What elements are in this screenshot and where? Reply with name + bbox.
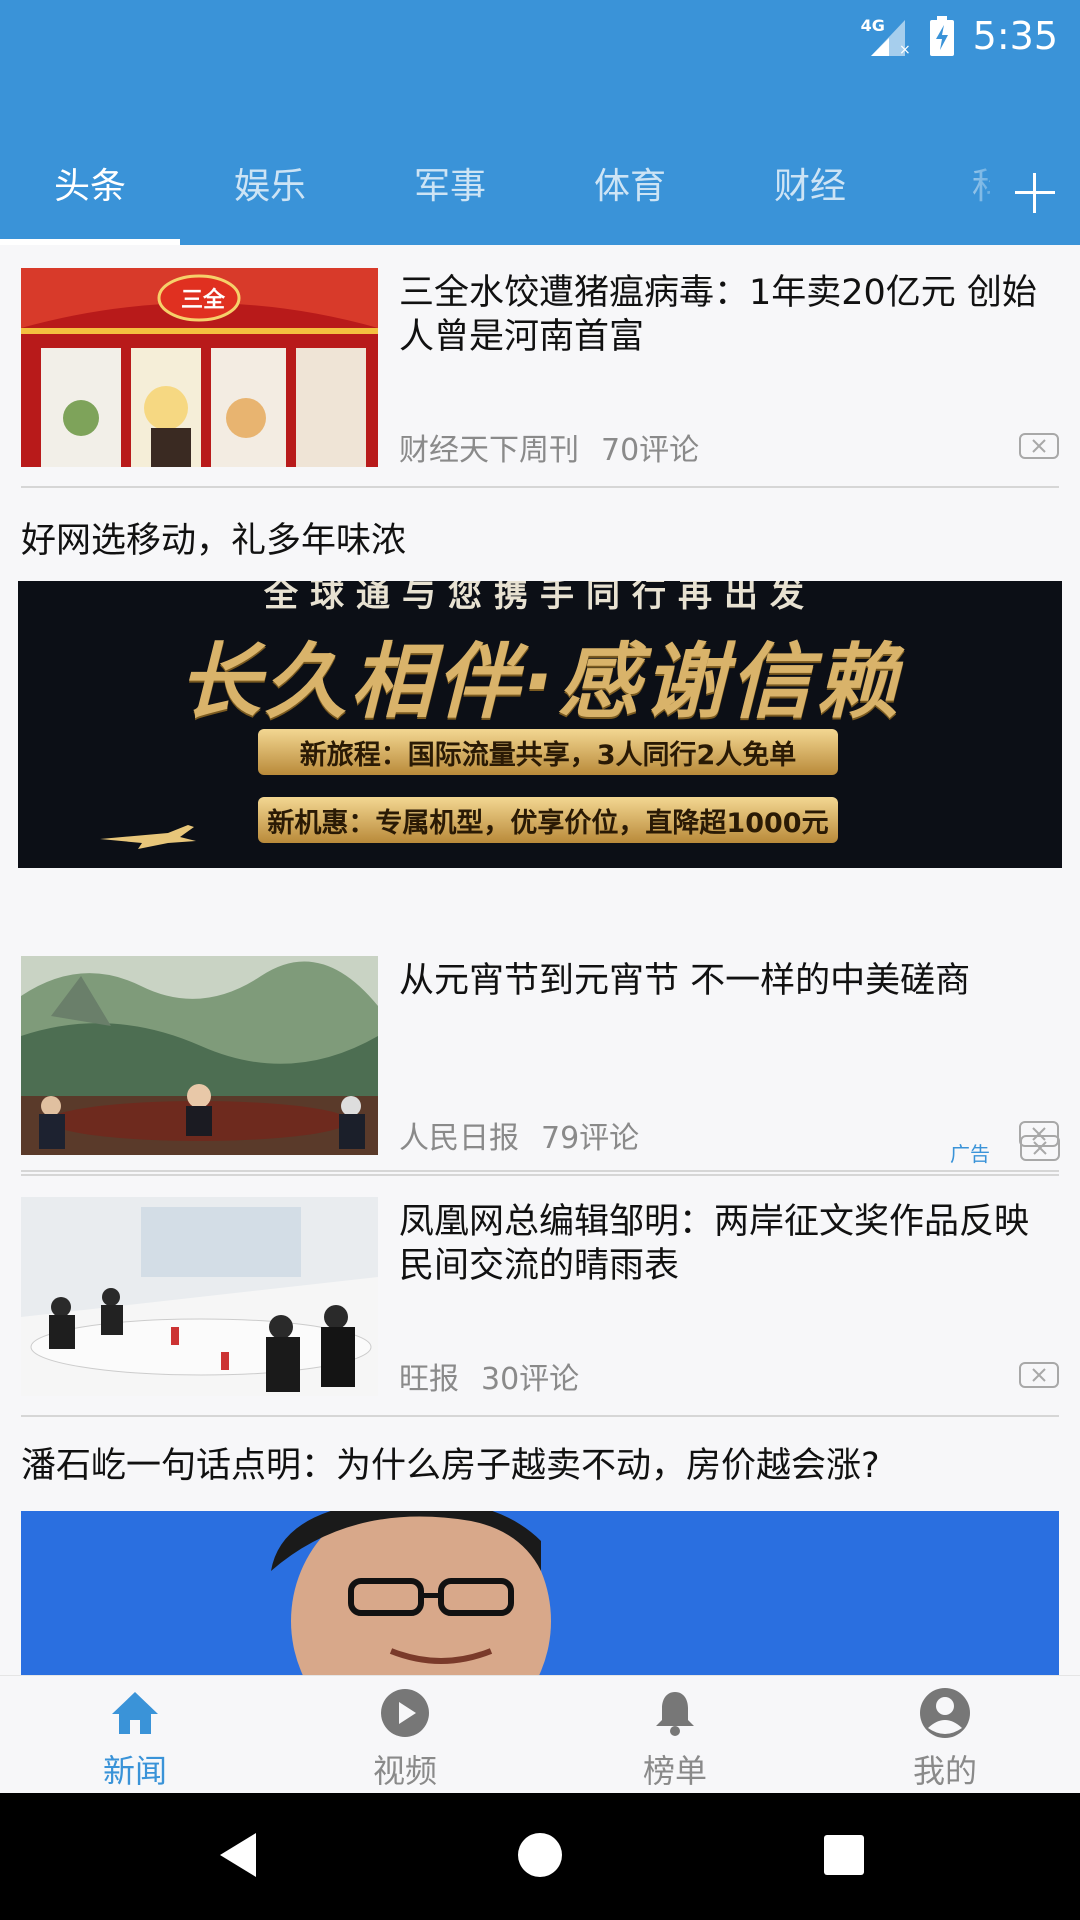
svg-text:×: × <box>899 42 911 58</box>
news-meta: 财经天下周刊 70评论 <box>399 425 699 469</box>
news-source: 旺报 <box>399 1362 459 1397</box>
system-nav-bar <box>0 1793 1080 1920</box>
dismiss-icon[interactable] <box>1019 1362 1059 1388</box>
news-thumbnail: 三全 <box>21 268 378 467</box>
comment-count: 70评论 <box>601 433 700 468</box>
status-bar: 4G × 5:35 <box>861 8 1058 64</box>
news-source: 财经天下周刊 <box>399 433 579 468</box>
news-source: 人民日报 <box>399 1121 519 1156</box>
tab-caijing[interactable]: 财经 <box>750 157 870 209</box>
clock: 5:35 <box>972 14 1058 58</box>
news-big-image[interactable] <box>21 1511 1059 1675</box>
news-thumbnail <box>21 956 378 1155</box>
play-circle-icon <box>381 1689 429 1737</box>
news-feed[interactable]: 三全 三全水饺遭猪瘟病毒：1年卖20亿元 创始人曾是河南首富 财经天下周刊 70… <box>0 245 1080 1675</box>
nav-me[interactable]: 我的 <box>810 1676 1080 1794</box>
nav-news[interactable]: 新闻 <box>0 1676 270 1794</box>
home-button-icon[interactable] <box>508 1823 572 1887</box>
nav-video[interactable]: 视频 <box>270 1676 540 1794</box>
nav-label: 榜单 <box>642 1752 707 1790</box>
news-item[interactable]: 从元宵节到元宵节 不一样的中美磋商 人民日报 79评论 <box>21 933 1059 1176</box>
tab-junshi[interactable]: 军事 <box>390 157 510 209</box>
ad-banner-line: 新旅程：国际流量共享，3人同行2人免单 <box>258 729 838 775</box>
tab-tiyu[interactable]: 体育 <box>570 157 690 209</box>
news-title[interactable]: 潘石屹一句话点明：为什么房子越卖不动，房价越会涨? <box>21 1437 880 1488</box>
tab-yule[interactable]: 娱乐 <box>210 157 330 209</box>
add-channel-button[interactable] <box>990 145 1080 240</box>
news-item[interactable]: 三全 三全水饺遭猪瘟病毒：1年卖20亿元 创始人曾是河南首富 财经天下周刊 70… <box>21 245 1059 488</box>
recents-icon[interactable] <box>812 1823 876 1887</box>
ad-banner-headline: 长久相伴·感谢信赖 <box>178 635 902 730</box>
nav-label: 新闻 <box>102 1752 167 1790</box>
comment-count: 79评论 <box>541 1121 640 1156</box>
nav-label: 我的 <box>912 1752 977 1790</box>
news-title[interactable]: 凤凰网总编辑邹明：两岸征文奖作品反映民间交流的晴雨表 <box>399 1200 1044 1288</box>
news-item[interactable]: 凤凰网总编辑邹明：两岸征文奖作品反映民间交流的晴雨表 旺报 30评论 <box>21 1174 1059 1417</box>
nav-label: 视频 <box>372 1752 437 1790</box>
nav-ranking[interactable]: 榜单 <box>540 1676 810 1794</box>
plane-icon <box>100 825 196 849</box>
plus-icon <box>1015 172 1055 213</box>
news-meta: 旺报 30评论 <box>399 1354 579 1398</box>
ad-banner-top-text: 全球通与您携手同行再出发 <box>264 581 816 615</box>
news-title[interactable]: 三全水饺遭猪瘟病毒：1年卖20亿元 创始人曾是河南首富 <box>399 271 1044 359</box>
dismiss-icon[interactable] <box>1019 1121 1059 1147</box>
ad-banner-line: 新机惠：专属机型，优享价位，直降超1000元 <box>258 797 838 843</box>
signal-icon: 4G × <box>861 14 911 58</box>
back-icon[interactable] <box>208 1823 272 1887</box>
dismiss-icon[interactable] <box>1019 433 1059 459</box>
app-header: 4G × 5:35 头条 娱乐 军事 体育 财经 科 <box>0 0 1080 245</box>
account-circle-icon <box>920 1688 970 1738</box>
news-thumbnail <box>21 1197 378 1396</box>
bell-icon <box>656 1692 694 1736</box>
tab-toutiao[interactable]: 头条 <box>30 157 150 209</box>
comment-count: 30评论 <box>481 1362 580 1397</box>
news-title[interactable]: 从元宵节到元宵节 不一样的中美磋商 <box>399 959 1044 1003</box>
ad-banner[interactable]: 全球通与您携手同行再出发 长久相伴·感谢信赖 新旅程：国际流量共享，3人同行2人… <box>18 581 1062 868</box>
home-icon <box>112 1692 158 1734</box>
category-tabs: 头条 娱乐 军事 体育 财经 科 <box>0 145 1080 245</box>
bottom-navigation: 新闻 视频 榜单 我的 <box>0 1675 1080 1793</box>
ad-title[interactable]: 好网选移动，礼多年味浓 <box>21 512 406 563</box>
battery-charging-icon <box>929 16 954 56</box>
thumbnail-brand-text: 三全 <box>181 288 226 313</box>
news-meta: 人民日报 79评论 <box>399 1113 639 1157</box>
